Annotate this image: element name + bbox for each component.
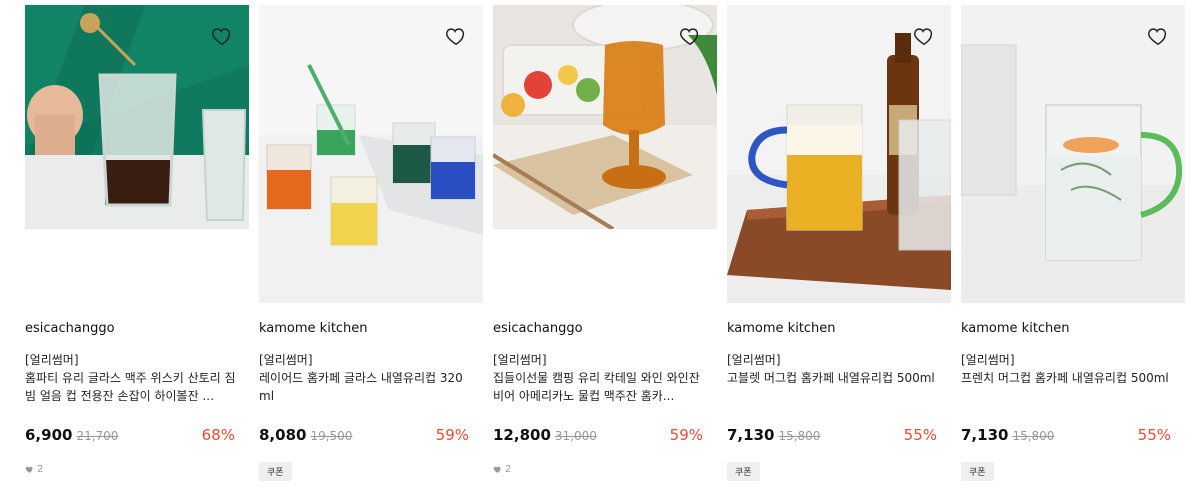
product-title[interactable]: 고블렛 머그컵 홈카페 내열유리컵 500ml: [727, 369, 939, 387]
sale-price: 7,130 15,800: [961, 426, 1054, 444]
product-image[interactable]: [493, 5, 717, 229]
brand-name[interactable]: kamome kitchen: [259, 321, 368, 336]
promo-tag: [얼리썸머]: [961, 353, 1015, 367]
heart-icon[interactable]: [679, 25, 701, 47]
product-title[interactable]: 프렌치 머그컵 홈카페 내열유리컵 500ml: [961, 369, 1173, 387]
product-title[interactable]: 집들이선물 캠핑 유리 칵테일 와인 와인잔 비어 아메리카노 물컵 맥주잔 홈…: [493, 369, 705, 405]
product-card[interactable]: esicachanggo [얼리썸머] 집들이선물 캠핑 유리 칵테일 와인 와…: [493, 0, 717, 487]
product-image[interactable]: [259, 5, 483, 303]
sale-price-value: 7,130: [727, 426, 775, 444]
like-count-value: 2: [37, 464, 44, 475]
product-grid: esicachanggo [얼리썸머] 홈파티 유리 글라스 맥주 위스키 산토…: [0, 0, 1193, 487]
coupon-badge: 쿠폰: [727, 462, 760, 481]
discount-rate: 59%: [669, 426, 703, 444]
brand-name[interactable]: kamome kitchen: [961, 321, 1070, 336]
small-heart-icon: [25, 466, 33, 473]
heart-icon[interactable]: [211, 25, 233, 47]
like-count[interactable]: 2: [493, 464, 511, 475]
original-price: 31,000: [554, 429, 597, 443]
sale-price-value: 6,900: [25, 426, 73, 444]
discount-rate: 68%: [201, 426, 235, 444]
brand-name[interactable]: esicachanggo: [25, 321, 115, 336]
promo-tag: [얼리썸머]: [259, 353, 313, 367]
product-card[interactable]: kamome kitchen [얼리썸머] 레이어드 홈카페 글라스 내열유리컵…: [259, 0, 483, 487]
sale-price-value: 12,800: [493, 426, 551, 444]
sale-price-value: 7,130: [961, 426, 1009, 444]
product-card[interactable]: esicachanggo [얼리썸머] 홈파티 유리 글라스 맥주 위스키 산토…: [25, 0, 249, 487]
original-price: 19,500: [310, 429, 353, 443]
product-image[interactable]: [961, 5, 1185, 303]
promo-tag: [얼리썸머]: [727, 353, 781, 367]
promo-tag: [얼리썸머]: [25, 353, 79, 367]
coupon-badge: 쿠폰: [259, 462, 292, 481]
brand-name[interactable]: kamome kitchen: [727, 321, 836, 336]
sale-price: 8,080 19,500: [259, 426, 352, 444]
heart-icon[interactable]: [913, 25, 935, 47]
small-heart-icon: [493, 466, 501, 473]
discount-rate: 55%: [1137, 426, 1171, 444]
sale-price: 7,130 15,800: [727, 426, 820, 444]
original-price: 21,700: [76, 429, 119, 443]
like-count[interactable]: 2: [25, 464, 43, 475]
product-title[interactable]: 레이어드 홈카페 글라스 내열유리컵 320ml: [259, 369, 471, 405]
product-image[interactable]: [727, 5, 951, 303]
discount-rate: 59%: [435, 426, 469, 444]
product-card[interactable]: kamome kitchen [얼리썸머] 프렌치 머그컵 홈카페 내열유리컵 …: [961, 0, 1185, 487]
discount-rate: 55%: [903, 426, 937, 444]
sale-price-value: 8,080: [259, 426, 307, 444]
product-card[interactable]: kamome kitchen [얼리썸머] 고블렛 머그컵 홈카페 내열유리컵 …: [727, 0, 951, 487]
sale-price: 6,900 21,700: [25, 426, 118, 444]
product-title[interactable]: 홈파티 유리 글라스 맥주 위스키 산토리 짐빔 얼음 컵 전용잔 손잡이 하이…: [25, 369, 237, 405]
brand-name[interactable]: esicachanggo: [493, 321, 583, 336]
promo-tag: [얼리썸머]: [493, 353, 547, 367]
sale-price: 12,800 31,000: [493, 426, 597, 444]
original-price: 15,800: [778, 429, 821, 443]
original-price: 15,800: [1012, 429, 1055, 443]
heart-icon[interactable]: [445, 25, 467, 47]
heart-icon[interactable]: [1147, 25, 1169, 47]
coupon-badge: 쿠폰: [961, 462, 994, 481]
product-image[interactable]: [25, 5, 249, 229]
like-count-value: 2: [505, 464, 512, 475]
